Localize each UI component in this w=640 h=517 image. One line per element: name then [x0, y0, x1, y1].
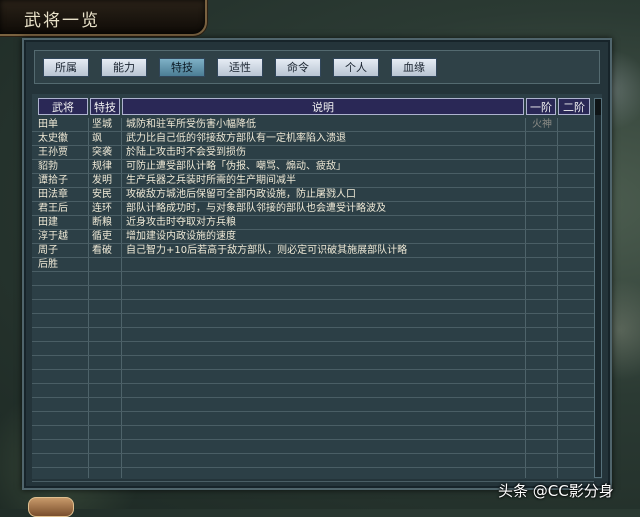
table-row[interactable]: 周子 看破 自己智力+10后若高于敌方部队，则必定可识破其施展部队计略 [32, 244, 594, 258]
table-row [32, 328, 594, 342]
skill-description: 武力比自己低的邻接敌方部队有一定机率陷入溃退 [126, 133, 346, 144]
tab-bar: 所属 能力 特技 适性 命令 个人 血缘 [34, 50, 600, 84]
column-header-description[interactable]: 说明 [122, 98, 524, 115]
skill-name: 规律 [92, 161, 112, 172]
skill-name: 飒 [92, 133, 102, 144]
skill-name: 连环 [92, 203, 112, 214]
tab-0[interactable]: 所属 [43, 58, 89, 77]
general-name: 田法章 [38, 189, 68, 200]
table-row [32, 454, 594, 468]
table-row [32, 272, 594, 286]
table-scrollbar[interactable] [594, 98, 602, 478]
tab-3[interactable]: 适性 [217, 58, 263, 77]
table-row[interactable]: 太史徽 飒 武力比自己低的邻接敌方部队有一定机率陷入溃退 [32, 132, 594, 146]
skill-description: 近身攻击时夺取对方兵粮 [126, 217, 236, 228]
table-row [32, 356, 594, 370]
table-row [32, 342, 594, 356]
tab-4[interactable]: 命令 [275, 58, 321, 77]
skill-description: 生产兵器之兵装时所需的生产期间减半 [126, 175, 296, 186]
window-title: 武将一览 [24, 11, 100, 31]
general-name: 太史徽 [38, 133, 68, 144]
table-row [32, 370, 594, 384]
table-row[interactable]: 君王后 连环 部队计略成功时，与对象部队邻接的部队也会遭受计略波及 [32, 202, 594, 216]
table-row[interactable]: 田法章 安民 攻破敌方城池后保留可全部内政设施，防止屠戮人口 [32, 188, 594, 202]
column-header-general[interactable]: 武将 [38, 98, 88, 115]
skill-description: 城防和驻军所受伤害小幅降低 [126, 119, 256, 130]
window-title-bar: 武将一览 [0, 0, 207, 36]
skill-description: 攻破敌方城池后保留可全部内政设施，防止屠戮人口 [126, 189, 356, 200]
general-name: 周子 [38, 245, 58, 256]
column-header-skill[interactable]: 特技 [90, 98, 120, 115]
skill-name: 发明 [92, 175, 112, 186]
tab-2[interactable]: 特技 [159, 58, 205, 77]
table-row [32, 384, 594, 398]
skill-description: 於陆上攻击时不会受到损伤 [126, 147, 246, 158]
table-row [32, 426, 594, 440]
tab-1[interactable]: 能力 [101, 58, 147, 77]
skills-table: 武将 特技 说明 一阶 二阶 田单 坚城 城防和驻军所受伤害小幅降低 火神太史徽 飒 武力… [32, 94, 602, 482]
general-name: 君王后 [38, 203, 68, 214]
general-name: 王孙贾 [38, 147, 68, 158]
general-name: 后胜 [38, 259, 58, 270]
skill-description: 自己智力+10后若高于敌方部队，则必定可识破其施展部队计略 [126, 245, 408, 256]
skill-name: 坚城 [92, 119, 112, 130]
general-list-panel: 所属 能力 特技 适性 命令 个人 血缘 武将 特技 说明 一阶 二阶 田单 坚城 城防和驻军所… [22, 38, 612, 490]
watermark: 头条 @CC影分身 [498, 482, 614, 500]
skill-description: 部队计略成功时，与对象部队邻接的部队也会遭受计略波及 [126, 203, 386, 214]
general-name: 淳于越 [38, 231, 68, 242]
general-name: 田建 [38, 217, 58, 228]
table-row[interactable]: 田单 坚城 城防和驻军所受伤害小幅降低 火神 [32, 118, 594, 132]
table-row[interactable]: 王孙贾 突袭 於陆上攻击时不会受到损伤 [32, 146, 594, 160]
column-header-tier1[interactable]: 一阶 [526, 98, 556, 115]
table-row[interactable]: 后胜 [32, 258, 594, 272]
table-row [32, 300, 594, 314]
table-row [32, 412, 594, 426]
tier1-skill: 火神 [532, 119, 552, 130]
skill-name: 突袭 [92, 147, 112, 158]
skill-name: 断粮 [92, 217, 112, 228]
table-row[interactable]: 谭拾子 发明 生产兵器之兵装时所需的生产期间减半 [32, 174, 594, 188]
tab-5[interactable]: 个人 [333, 58, 379, 77]
table-row[interactable]: 田建 断粮 近身攻击时夺取对方兵粮 [32, 216, 594, 230]
table-row[interactable]: 淳于越 循吏 增加建设内政设施的速度 [32, 230, 594, 244]
table-row [32, 398, 594, 412]
tab-6[interactable]: 血缘 [391, 58, 437, 77]
corner-button[interactable] [28, 497, 74, 517]
table-row [32, 440, 594, 454]
general-name: 貂勃 [38, 161, 58, 172]
skill-name: 看破 [92, 245, 112, 256]
scrollbar-thumb[interactable] [595, 99, 601, 115]
general-name: 田单 [38, 119, 58, 130]
skill-description: 增加建设内政设施的速度 [126, 231, 236, 242]
general-name: 谭拾子 [38, 175, 68, 186]
table-row[interactable]: 貂勃 规律 可防止遭受部队计略「伪报、嘲骂、煽动、疲敌」 [32, 160, 594, 174]
column-header-tier2[interactable]: 二阶 [558, 98, 590, 115]
skill-name: 循吏 [92, 231, 112, 242]
table-row [32, 314, 594, 328]
skill-name: 安民 [92, 189, 112, 200]
table-row [32, 286, 594, 300]
skill-description: 可防止遭受部队计略「伪报、嘲骂、煽动、疲敌」 [126, 161, 346, 172]
